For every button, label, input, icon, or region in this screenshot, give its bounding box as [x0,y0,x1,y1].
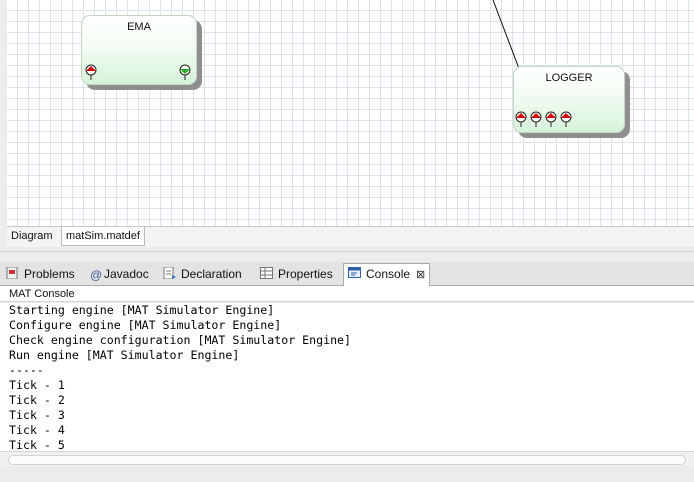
output-port-icon[interactable] [179,64,191,80]
console-output[interactable]: Starting engine [MAT Simulator Engine] C… [0,303,694,451]
scrollbar-thumb[interactable] [8,455,686,465]
tab-javadoc-label: Javadoc [104,267,149,281]
input-port-icon[interactable] [560,111,572,127]
console-line: Tick - 4 [9,423,65,437]
properties-icon [260,265,274,279]
tab-properties-label: Properties [278,267,333,281]
tab-javadoc[interactable]: @ Javadoc [90,264,149,285]
console-line: Configure engine [MAT Simulator Engine] [9,318,282,332]
tab-console-label: Console [366,267,411,281]
ema-node-title: EMA [127,21,151,33]
status-strip [0,466,694,482]
console-line: Tick - 5 [9,438,65,451]
tab-properties[interactable]: Properties [260,264,333,285]
close-icon[interactable]: ⊠ [416,265,425,286]
editor-tab-diagram[interactable]: Diagram [7,227,57,245]
console-icon [348,265,362,278]
console-line: Tick - 3 [9,408,65,422]
console-line: Run engine [MAT Simulator Engine] [9,348,240,362]
input-port-icon[interactable] [530,111,542,127]
javadoc-at-icon: @ [90,268,103,282]
console-line: Starting engine [MAT Simulator Engine] [9,303,275,317]
editor-tab-source[interactable]: matSim.matdef [61,227,145,246]
declaration-icon [163,265,177,280]
console-title: MAT Console [0,286,694,302]
ema-node[interactable]: EMA [81,15,197,85]
tab-problems[interactable]: Problems [6,264,75,285]
tab-declaration-label: Declaration [181,267,242,281]
problems-icon [6,265,20,280]
console-line: Check engine configuration [MAT Simulato… [9,333,352,347]
views-tab-bar: Problems @ Javadoc Declaration Properties… [0,262,694,287]
input-port-icon[interactable] [515,111,527,127]
diagram-canvas[interactable]: EMA LOGGER [7,0,694,226]
editor-separator [0,246,694,252]
logger-node-title: LOGGER [545,72,593,84]
tab-problems-label: Problems [24,267,75,281]
console-line: Tick - 1 [9,378,65,392]
horizontal-scrollbar[interactable] [0,451,694,467]
tab-console[interactable]: Console ⊠ [343,263,431,287]
logger-node[interactable]: LOGGER [513,66,625,133]
input-port-icon[interactable] [85,64,97,80]
input-port-icon[interactable] [545,111,557,127]
console-line: ----- [9,363,44,377]
tab-declaration[interactable]: Declaration [163,264,242,285]
editor-tab-strip: Diagram matSim.matdef [7,226,694,247]
console-line: Tick - 2 [9,393,65,407]
